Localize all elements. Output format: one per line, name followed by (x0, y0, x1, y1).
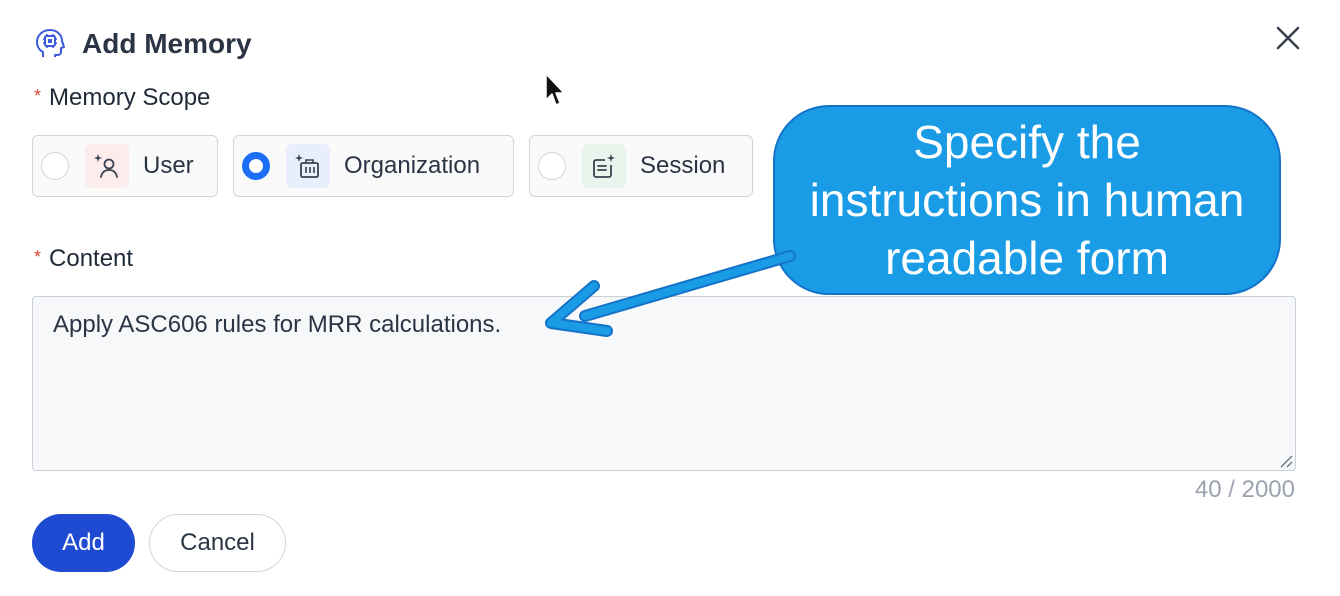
dialog-title: Add Memory (82, 28, 252, 59)
annotation-callout: Specify the instructions in human readab… (773, 105, 1281, 295)
content-value: Apply ASC606 rules for MRR calculations. (53, 311, 502, 338)
radio-session[interactable] (538, 152, 566, 180)
scope-option-label: Session (640, 152, 726, 179)
session-sparkle-icon (582, 144, 626, 188)
required-mark: * (34, 86, 42, 106)
scope-option-label: Organization (344, 152, 481, 179)
mouse-cursor-icon (545, 73, 565, 106)
char-counter: 40 / 2000 (1194, 476, 1295, 503)
content-textarea[interactable]: Apply ASC606 rules for MRR calculations. (32, 296, 1296, 471)
dialog-header: Add Memory (34, 26, 252, 62)
cancel-button[interactable]: Cancel (149, 514, 286, 572)
resize-handle-icon[interactable] (1277, 452, 1293, 468)
radio-organization[interactable] (242, 152, 270, 180)
close-icon[interactable] (1270, 20, 1306, 56)
radio-user[interactable] (41, 152, 69, 180)
callout-text: Specify the instructions in human readab… (809, 116, 1245, 284)
scope-option-label: User (143, 152, 194, 179)
brain-chip-icon (36, 29, 65, 57)
user-sparkle-icon (85, 144, 129, 188)
content-label: * Content (34, 245, 134, 272)
building-sparkle-icon (286, 144, 330, 188)
scope-option-organization[interactable]: Organization (233, 135, 514, 197)
required-mark: * (34, 247, 42, 267)
scope-option-session[interactable]: Session (529, 135, 753, 197)
memory-scope-label: * Memory Scope (34, 84, 211, 111)
add-button[interactable]: Add (32, 514, 135, 572)
scope-option-user[interactable]: User (32, 135, 218, 197)
